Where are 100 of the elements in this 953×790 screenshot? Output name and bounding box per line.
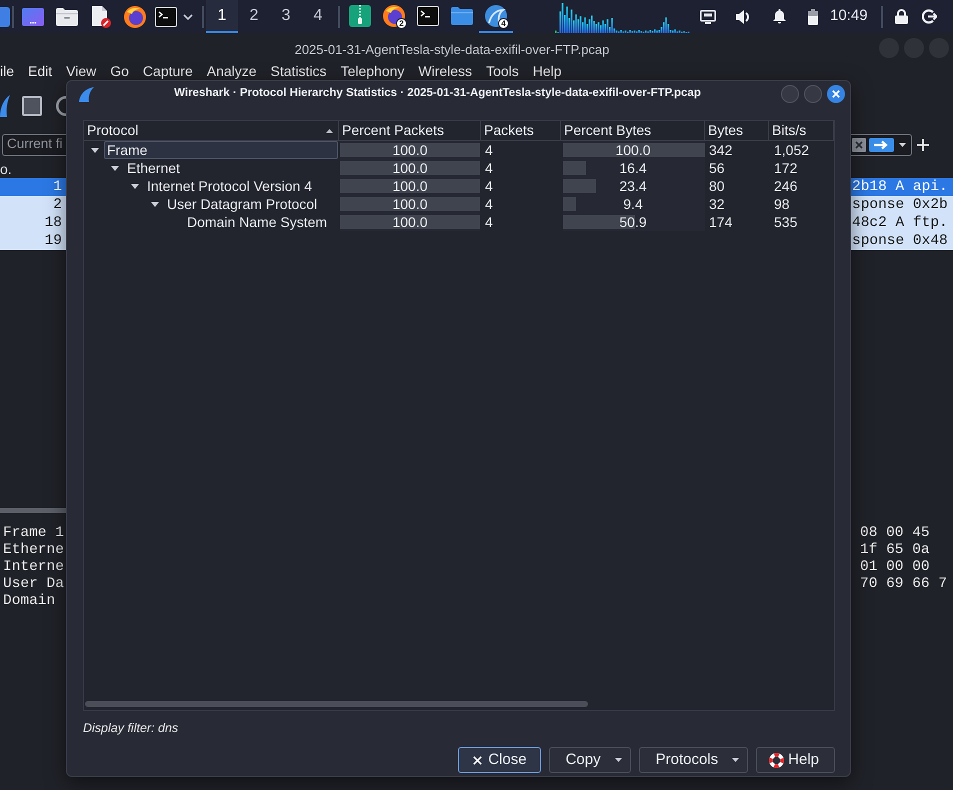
protocol-name[interactable]: Internet Protocol Version 4 [144, 177, 338, 195]
protocol-name[interactable]: Frame [104, 141, 338, 159]
fin-icon[interactable] [0, 95, 10, 117]
close-button[interactable]: Close [458, 747, 541, 773]
packet-detail-item[interactable]: Domain [3, 593, 56, 609]
byte-count: 342 [709, 142, 732, 158]
folder-icon [451, 6, 473, 24]
volume-icon[interactable] [736, 8, 752, 24]
taskbar-task-button[interactable]: 2 [377, 0, 411, 33]
column-header[interactable]: Packets [481, 121, 561, 140]
column-header[interactable]: o. [0, 160, 12, 178]
menu-button[interactable]: Copy [548, 747, 631, 773]
help-button[interactable]: Help [756, 747, 835, 773]
packet-detail-item[interactable]: User Da [3, 576, 64, 592]
packet-info[interactable]: 48c2 A ftp. [851, 214, 953, 232]
stop-icon[interactable] [22, 96, 42, 116]
caret-down-icon[interactable] [899, 142, 906, 146]
packet-info[interactable]: sponse 0x2b [851, 196, 953, 214]
protocol-name[interactable]: Domain Name System [184, 213, 338, 231]
globe-icon [383, 4, 405, 26]
display-filter-label: Display filter: dns [83, 721, 178, 735]
filter-field[interactable] [851, 134, 912, 156]
packet-number[interactable]: 18 [0, 214, 66, 232]
menu-item[interactable]: View [66, 63, 96, 80]
sort-ascending-icon [326, 128, 333, 132]
caret-down-icon[interactable] [130, 184, 138, 188]
workspace-button[interactable]: 2 [238, 0, 270, 33]
caret-down-icon[interactable] [150, 202, 158, 206]
count-badge: 4 [498, 18, 509, 29]
fin-icon [485, 4, 507, 26]
menu-item[interactable]: Go [110, 63, 129, 80]
workspace-button[interactable]: 3 [270, 0, 302, 33]
terminal-icon[interactable] [155, 6, 177, 26]
fin-icon [79, 86, 94, 102]
packet-number[interactable]: 19 [0, 232, 66, 250]
percent-value: 100.0 [392, 141, 428, 159]
globe-icon[interactable] [124, 6, 146, 28]
byte-count: 174 [709, 214, 732, 230]
packet-count: 4 [485, 160, 493, 176]
column-header[interactable]: Protocol [84, 121, 339, 140]
byte-count: 32 [709, 196, 725, 212]
percent-value: 100.0 [392, 159, 428, 177]
battery-icon[interactable] [808, 8, 818, 24]
menu-item[interactable]: Wireless [418, 63, 472, 80]
caret-down-icon[interactable] [110, 166, 118, 170]
column-header[interactable]: Bits/s [769, 121, 834, 140]
window-title: 2025-01-31-AgentTesla-style-data-exifil-over-FTP.pcap [294, 40, 610, 59]
percent-value: 23.4 [619, 177, 647, 195]
caret-down-icon [614, 758, 622, 762]
terminal-icon [417, 6, 439, 26]
clear-icon[interactable] [852, 138, 866, 152]
workspace-button[interactable]: 4 [302, 0, 334, 33]
close-button[interactable] [827, 85, 845, 103]
column-header[interactable]: Bytes [705, 121, 769, 140]
packet-detail-item[interactable]: Interne [3, 559, 64, 575]
packet-info[interactable]: sponse 0x48 [851, 232, 953, 250]
protocol-name[interactable]: User Datagram Protocol [164, 195, 338, 213]
protocol-name[interactable]: Ethernet [124, 159, 338, 177]
menu-button[interactable]: Protocols [638, 747, 748, 773]
folder-icon[interactable] [56, 8, 78, 26]
logout-icon[interactable] [922, 9, 938, 24]
count-badge: 2 [396, 18, 407, 29]
menu-item[interactable]: Capture [142, 63, 193, 80]
menu-item[interactable]: Help [532, 63, 562, 80]
network-icon[interactable] [700, 10, 716, 24]
percent-value: 100.0 [392, 195, 428, 213]
column-header[interactable]: Percent Packets [339, 121, 481, 140]
packet-number[interactable]: 2 [0, 196, 66, 214]
packet-detail-item[interactable]: Frame 1 [3, 525, 64, 541]
menu-item[interactable]: Analyze [206, 63, 257, 80]
caret-down-icon [732, 758, 740, 762]
packet-count: 4 [485, 142, 493, 158]
menu-item[interactable]: Edit [28, 63, 52, 80]
packet-count: 4 [485, 196, 493, 212]
packet-info[interactable]: 2b18 A api. [851, 178, 953, 196]
packet-number[interactable]: 1 [0, 178, 66, 196]
percent-value: 16.4 [619, 159, 647, 177]
window-icon[interactable] [22, 8, 44, 26]
caret-down-icon[interactable] [90, 148, 98, 152]
lock-icon[interactable] [895, 9, 908, 24]
bit-rate: 246 [774, 178, 798, 194]
bit-rate: 172 [774, 160, 798, 176]
menu-item[interactable]: Telephony [340, 63, 404, 80]
workspace-button[interactable]: 1 [206, 0, 238, 33]
caret-down-icon[interactable] [183, 14, 193, 20]
filter-field[interactable]: Current fi [2, 134, 66, 156]
menu-item[interactable]: Statistics [270, 63, 327, 80]
horizontal-scrollbar[interactable] [85, 701, 588, 707]
menu-item[interactable]: ile [0, 63, 14, 80]
packet-detail-item[interactable]: Etherne [3, 542, 64, 558]
document-icon[interactable] [91, 6, 111, 28]
column-header[interactable]: Percent Bytes [561, 121, 705, 140]
plus-icon[interactable] [917, 138, 929, 150]
app-icon[interactable] [0, 6, 10, 26]
bit-rate: 1,052 [774, 142, 810, 158]
arrow-right-icon[interactable] [869, 138, 894, 152]
bell-icon[interactable] [773, 9, 786, 24]
menu-item[interactable]: Tools [486, 63, 519, 80]
clock[interactable]: 10:49 [830, 5, 868, 28]
hex-bytes: 08 00 45 [860, 525, 930, 541]
